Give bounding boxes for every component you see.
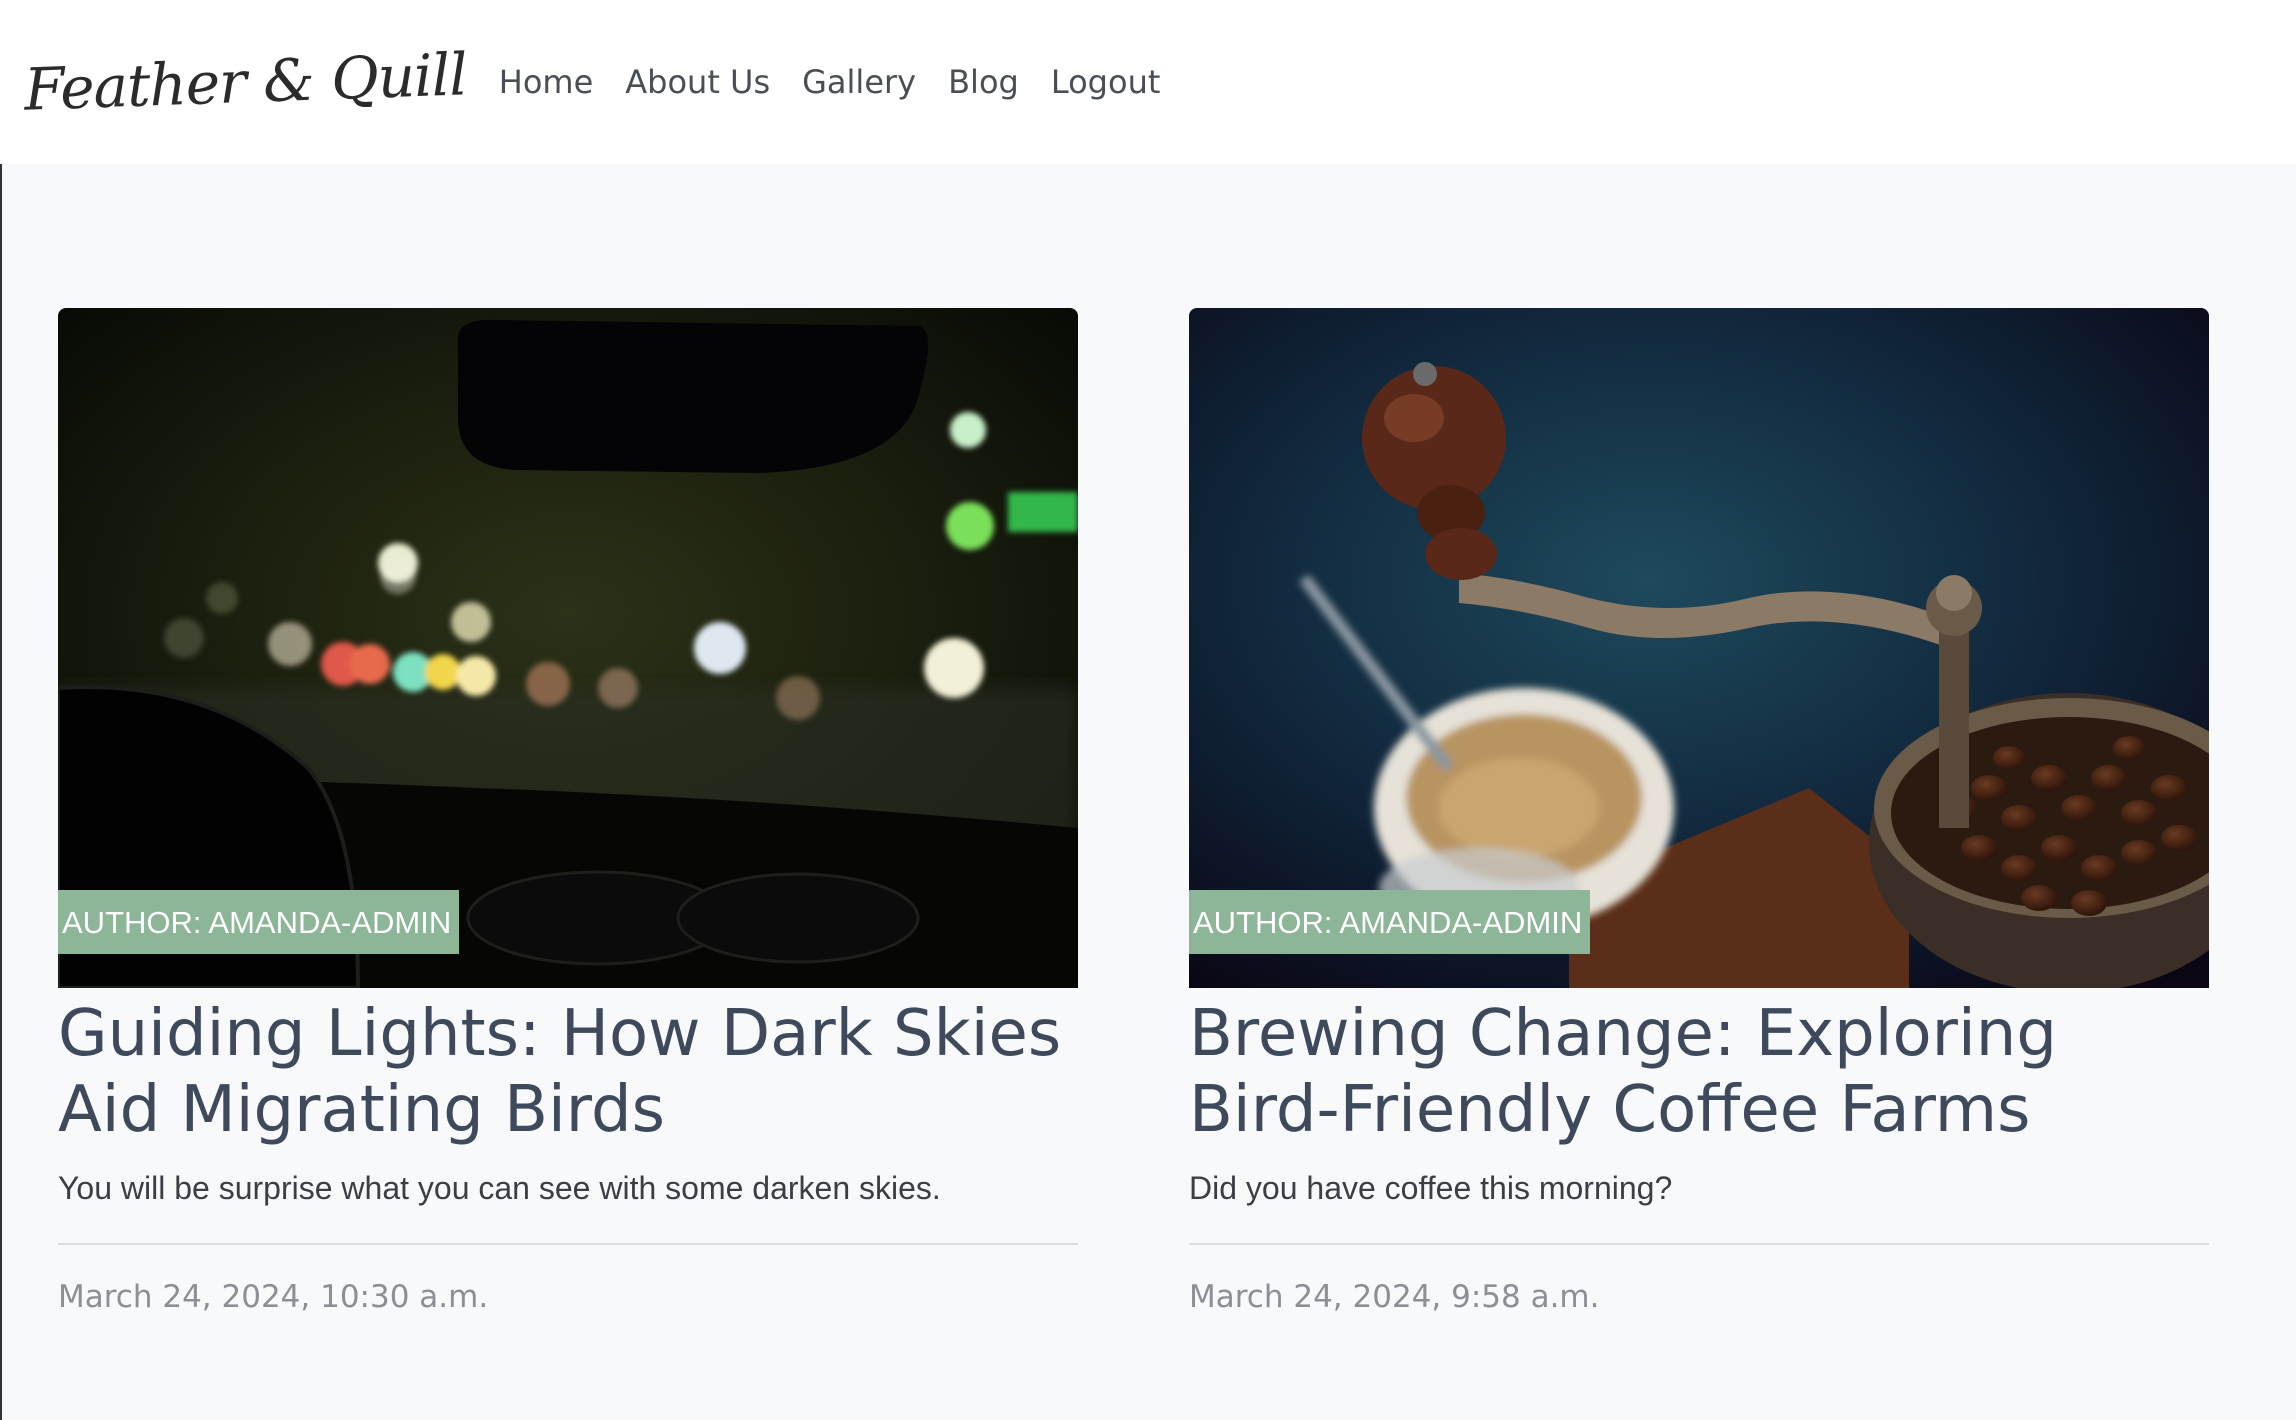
author-badge: AUTHOR: AMANDA-ADMIN — [58, 890, 460, 954]
post-title[interactable]: Guiding Lights: How Dark Skies Aid Migra… — [58, 996, 1078, 1148]
nav-gallery-link[interactable]: Gallery — [802, 63, 916, 101]
post-excerpt: Did you have coffee this morning? — [1189, 1170, 1673, 1206]
post-date: March 24, 2024, 9:58 a.m. — [1189, 1279, 1600, 1315]
blog-post-card[interactable]: AUTHOR: AMANDA-ADMIN Guiding Lights: How… — [58, 308, 1078, 1315]
author-badge: AUTHOR: AMANDA-ADMIN — [1189, 890, 1591, 954]
nav-logout-link[interactable]: Logout — [1051, 63, 1161, 101]
top-navbar: Feather & Quill Home About Us Gallery Bl… — [0, 0, 2296, 164]
brand-logo[interactable]: Feather & Quill — [23, 40, 468, 123]
window-edge — [0, 0, 2, 1420]
blog-post-card[interactable]: AUTHOR: AMANDA-ADMIN Brewing Change: Exp… — [1189, 308, 2209, 1315]
card-divider — [58, 1243, 1078, 1245]
nav-home-link[interactable]: Home — [499, 63, 594, 101]
post-excerpt: You will be surprise what you can see wi… — [58, 1170, 941, 1206]
nav-about-link[interactable]: About Us — [625, 63, 770, 101]
card-divider — [1189, 1243, 2209, 1245]
post-image-coffee-grinder[interactable]: AUTHOR: AMANDA-ADMIN — [1189, 308, 2209, 988]
post-image-night-drive[interactable]: AUTHOR: AMANDA-ADMIN — [58, 308, 1078, 988]
post-date: March 24, 2024, 10:30 a.m. — [58, 1279, 489, 1315]
post-title[interactable]: Brewing Change: Exploring Bird-Friendly … — [1189, 996, 2209, 1148]
nav-blog-link[interactable]: Blog — [948, 63, 1019, 101]
